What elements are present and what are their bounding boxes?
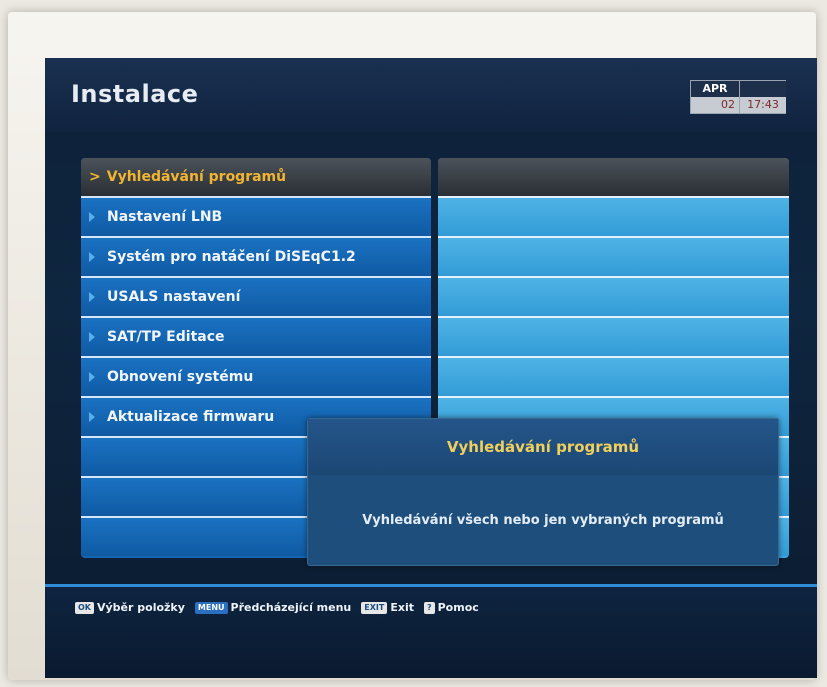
exit-key-icon[interactable]: EXIT xyxy=(361,601,388,614)
detail-row xyxy=(438,196,789,236)
detail-row xyxy=(438,236,789,276)
menu-key-icon[interactable]: MENU xyxy=(194,601,228,614)
menu-item-label: Nastavení LNB xyxy=(107,209,223,225)
popup-title: Vyhledávání programů xyxy=(308,419,778,475)
triangle-bullet-icon xyxy=(89,372,95,382)
detail-row xyxy=(438,316,789,356)
tv-frame: Instalace APR 02 17:43 > Vyhledávání pro… xyxy=(8,12,817,680)
clock-month: APR xyxy=(691,81,739,97)
key-hints: OK Výběr položky MENU Předcházející menu… xyxy=(75,601,489,614)
menu-item-label: USALS nastavení xyxy=(107,289,241,305)
triangle-bullet-icon xyxy=(89,332,95,342)
menu-item-usals[interactable]: USALS nastavení xyxy=(81,276,431,316)
menu-item-restore[interactable]: Obnovení systému xyxy=(81,356,431,396)
hint-help-label: Pomoc xyxy=(437,601,479,614)
menu-item-label: Systém pro natáčení DiSEqC1.2 xyxy=(107,249,356,265)
chevron-right-icon: > xyxy=(89,169,101,185)
menu-item-sat-tp[interactable]: SAT/TP Editace xyxy=(81,316,431,356)
menu-item-lnb[interactable]: Nastavení LNB xyxy=(81,196,431,236)
menu-item-label: Vyhledávání programů xyxy=(106,169,287,185)
date-time-display: APR 02 17:43 xyxy=(690,80,786,114)
detail-row xyxy=(438,276,789,316)
hint-exit-label: Exit xyxy=(390,601,414,614)
ok-key-icon[interactable]: OK xyxy=(75,601,94,614)
detail-row xyxy=(438,356,789,396)
osd-screen: Instalace APR 02 17:43 > Vyhledávání pro… xyxy=(45,58,817,678)
help-key-icon[interactable]: ? xyxy=(423,601,435,614)
triangle-bullet-icon xyxy=(89,212,95,222)
clock-day: 02 xyxy=(691,97,739,113)
footer-bar: OK Výběr položky MENU Předcházející menu… xyxy=(45,587,817,678)
popup-description: Vyhledávání všech nebo jen vybraných pro… xyxy=(362,512,724,528)
page-title: Instalace xyxy=(71,80,199,108)
menu-item-diseqc[interactable]: Systém pro natáčení DiSEqC1.2 xyxy=(81,236,431,276)
menu-item-label: Aktualizace firmwaru xyxy=(107,409,275,425)
clock-time: 17:43 xyxy=(739,97,786,113)
hint-select-label: Výběr položky xyxy=(97,601,185,614)
menu-item-label: Obnovení systému xyxy=(107,369,254,385)
menu-item-selected[interactable]: > Vyhledávání programů xyxy=(81,158,431,196)
hint-previous-menu-label: Předcházející menu xyxy=(230,601,352,614)
clock-blank xyxy=(739,81,786,97)
triangle-bullet-icon xyxy=(89,292,95,302)
title-bar: Instalace APR 02 17:43 xyxy=(45,58,817,132)
detail-panel-header xyxy=(438,158,789,196)
menu-item-label: SAT/TP Editace xyxy=(107,329,225,345)
triangle-bullet-icon xyxy=(89,412,95,422)
help-popup: Vyhledávání programů Vyhledávání všech n… xyxy=(307,418,779,566)
triangle-bullet-icon xyxy=(89,252,95,262)
